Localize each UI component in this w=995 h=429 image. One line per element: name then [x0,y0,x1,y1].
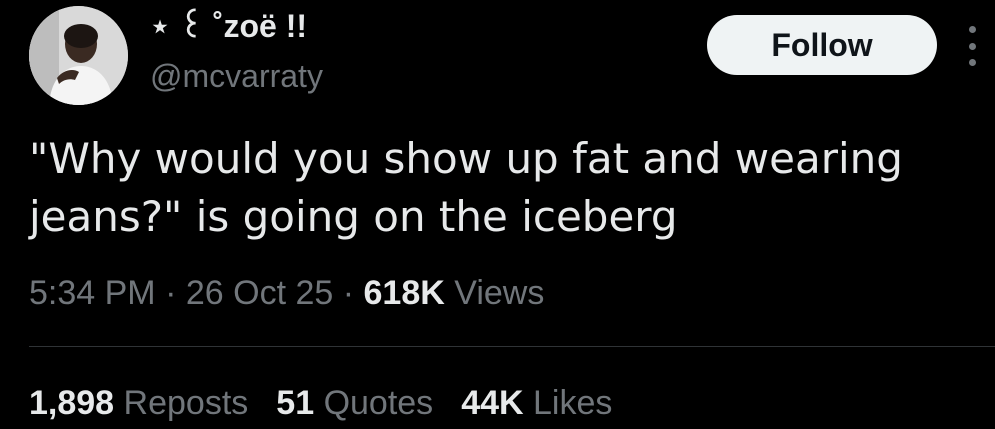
divider [29,346,995,347]
tweet-stats: 1,898 Reposts 51 Quotes 44K Likes [29,380,612,426]
likes-stat[interactable]: 44K Likes [461,380,612,426]
tweet-date[interactable]: 26 Oct 25 [186,274,333,312]
more-options-icon[interactable] [961,26,983,66]
quotes-count: 51 [276,384,315,422]
display-name[interactable]: ⋆ ꒰ ˚zoë !! [150,6,307,46]
quotes-stat[interactable]: 51 Quotes [276,380,433,426]
reposts-stat[interactable]: 1,898 Reposts [29,380,248,426]
follow-button[interactable]: Follow [707,15,937,75]
quotes-label: Quotes [323,384,434,422]
meta-separator: · [342,274,355,312]
more-dot [968,26,976,33]
user-avatar-icon [29,6,128,105]
tweet-meta: 5:34 PM · 26 Oct 25 · 618K Views [29,270,544,316]
views-label: Views [454,274,545,312]
tweet: ⋆ ꒰ ˚zoë !! @mcvarraty Follow "Why would… [0,0,995,429]
tweet-time[interactable]: 5:34 PM [29,274,156,312]
likes-count: 44K [461,384,524,422]
views-count: 618K [363,274,445,312]
user-handle[interactable]: @mcvarraty [150,56,323,96]
avatar[interactable] [29,6,128,105]
reposts-count: 1,898 [29,384,115,422]
tweet-text: "Why would you show up fat and wearing j… [29,134,917,241]
reposts-label: Reposts [123,384,249,422]
likes-label: Likes [533,384,613,422]
more-dot [968,42,976,50]
meta-separator: · [165,274,177,312]
more-dot [968,59,976,66]
